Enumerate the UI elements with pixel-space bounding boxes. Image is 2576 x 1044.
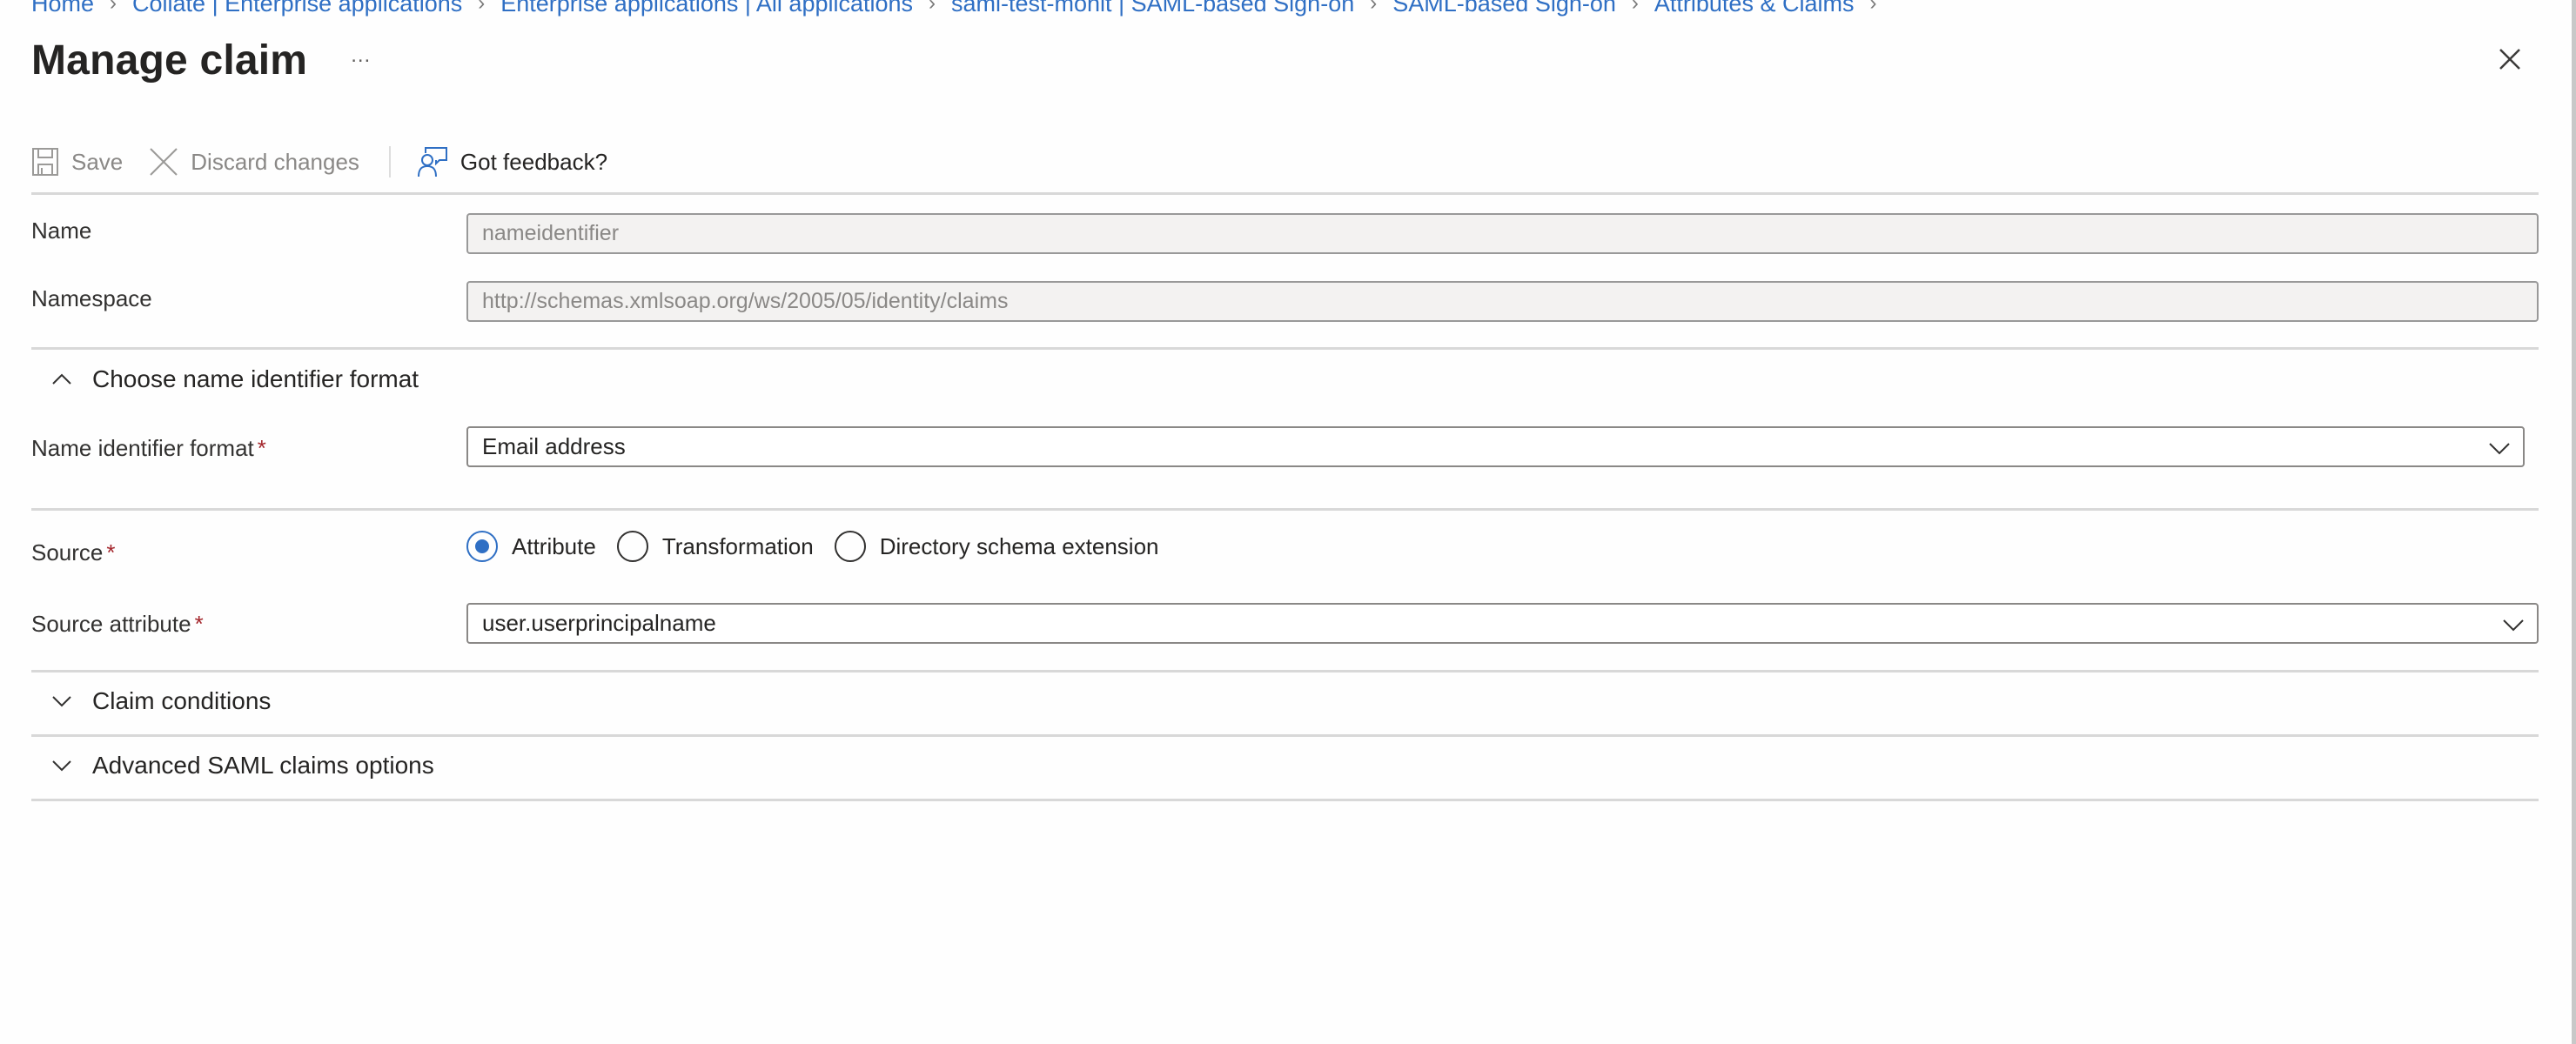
section-divider bbox=[31, 347, 2539, 350]
source-radio-transformation[interactable]: Transformation bbox=[616, 531, 814, 562]
breadcrumb-separator: › bbox=[1869, 0, 1877, 15]
more-options-button[interactable]: ... bbox=[351, 44, 371, 68]
breadcrumb: Home › Collate | Enterprise applications… bbox=[31, 0, 1892, 19]
source-label: Source * bbox=[31, 539, 116, 566]
close-button[interactable] bbox=[2494, 44, 2526, 75]
breadcrumb-separator: › bbox=[478, 0, 486, 15]
breadcrumb-attributes-claims[interactable]: Attributes & Claims bbox=[1654, 0, 1855, 17]
namespace-field[interactable]: http://schemas.xmlsoap.org/ws/2005/05/id… bbox=[466, 281, 2539, 322]
page-title: Manage claim bbox=[31, 37, 308, 84]
source-radio-attribute-label: Attribute bbox=[512, 532, 596, 559]
source-radio-directory-schema-extension-label: Directory schema extension bbox=[879, 532, 1159, 559]
section-divider bbox=[31, 508, 2539, 511]
feedback-label: Got feedback? bbox=[460, 148, 608, 175]
breadcrumb-separator: › bbox=[110, 0, 117, 15]
save-icon bbox=[32, 148, 58, 176]
breadcrumb-home[interactable]: Home bbox=[31, 0, 94, 17]
source-attribute-label: Source attribute * bbox=[31, 611, 204, 638]
breadcrumb-separator: › bbox=[1370, 0, 1378, 15]
breadcrumb-all-applications[interactable]: Enterprise applications | All applicatio… bbox=[500, 0, 913, 17]
radio-unchecked-icon bbox=[834, 531, 866, 562]
source-attribute-value: user.userprincipalname bbox=[482, 610, 716, 636]
name-identifier-format-value: Email address bbox=[482, 433, 626, 459]
namespace-label: Namespace bbox=[31, 285, 152, 311]
advanced-saml-claims-options-label: Advanced SAML claims options bbox=[92, 752, 434, 779]
breadcrumb-collate-enterprise-apps[interactable]: Collate | Enterprise applications bbox=[132, 0, 462, 17]
save-button[interactable]: Save bbox=[31, 147, 123, 177]
chevron-down-icon bbox=[2489, 443, 2510, 455]
claim-conditions-section-toggle[interactable]: Claim conditions bbox=[49, 684, 271, 719]
chevron-down-icon bbox=[49, 688, 75, 714]
save-label: Save bbox=[71, 148, 124, 175]
breadcrumb-saml-sign-on-app[interactable]: saml-test-monit | SAML-based Sign-on bbox=[951, 0, 1354, 17]
name-field[interactable]: nameidentifier bbox=[466, 213, 2539, 254]
source-radio-attribute[interactable]: Attribute bbox=[466, 531, 596, 562]
source-attribute-label-text: Source attribute bbox=[31, 611, 191, 637]
radio-unchecked-icon bbox=[616, 531, 648, 562]
chevron-up-icon bbox=[49, 366, 75, 392]
source-radio-directory-schema-extension[interactable]: Directory schema extension bbox=[834, 531, 1159, 562]
discard-changes-label: Discard changes bbox=[191, 148, 359, 175]
feedback-button[interactable]: Got feedback? bbox=[417, 146, 607, 177]
name-identifier-format-label-text: Name identifier format bbox=[31, 435, 254, 461]
close-icon bbox=[2499, 49, 2520, 70]
advanced-saml-claims-options-toggle[interactable]: Advanced SAML claims options bbox=[49, 748, 434, 783]
required-asterisk: * bbox=[194, 611, 204, 637]
required-asterisk: * bbox=[257, 435, 266, 461]
name-identifier-format-label: Name identifier format * bbox=[31, 435, 266, 462]
chevron-down-icon bbox=[2503, 619, 2524, 632]
toolbar-divider bbox=[31, 192, 2539, 195]
name-identifier-format-section-label: Choose name identifier format bbox=[92, 365, 419, 392]
source-label-text: Source bbox=[31, 539, 104, 566]
discard-x-icon bbox=[150, 148, 178, 176]
toolbar-separator bbox=[388, 146, 391, 177]
chevron-down-icon bbox=[49, 753, 75, 779]
breadcrumb-separator: › bbox=[929, 0, 936, 15]
source-radio-group: Attribute Transformation Directory schem… bbox=[466, 529, 1180, 564]
section-divider bbox=[31, 734, 2539, 737]
source-attribute-dropdown[interactable]: user.userprincipalname bbox=[466, 603, 2539, 644]
breadcrumb-separator: › bbox=[1631, 0, 1639, 15]
claim-conditions-label: Claim conditions bbox=[92, 687, 272, 714]
name-identifier-format-section-toggle[interactable]: Choose name identifier format bbox=[49, 362, 419, 397]
breadcrumb-saml-sign-on[interactable]: SAML-based Sign-on bbox=[1392, 0, 1616, 17]
feedback-person-icon bbox=[417, 147, 447, 177]
section-divider bbox=[31, 799, 2539, 801]
command-bar: Save Discard changes Got feedback? bbox=[31, 139, 634, 184]
vertical-scrollbar[interactable] bbox=[2572, 0, 2576, 1044]
source-radio-transformation-label: Transformation bbox=[661, 532, 814, 559]
discard-changes-button[interactable]: Discard changes bbox=[149, 147, 359, 177]
name-label: Name bbox=[31, 218, 92, 244]
name-identifier-format-dropdown[interactable]: Email address bbox=[466, 426, 2525, 467]
title-row: Manage claim ... bbox=[31, 31, 371, 89]
section-divider bbox=[31, 670, 2539, 673]
radio-checked-icon bbox=[466, 531, 498, 562]
required-asterisk: * bbox=[106, 539, 116, 566]
